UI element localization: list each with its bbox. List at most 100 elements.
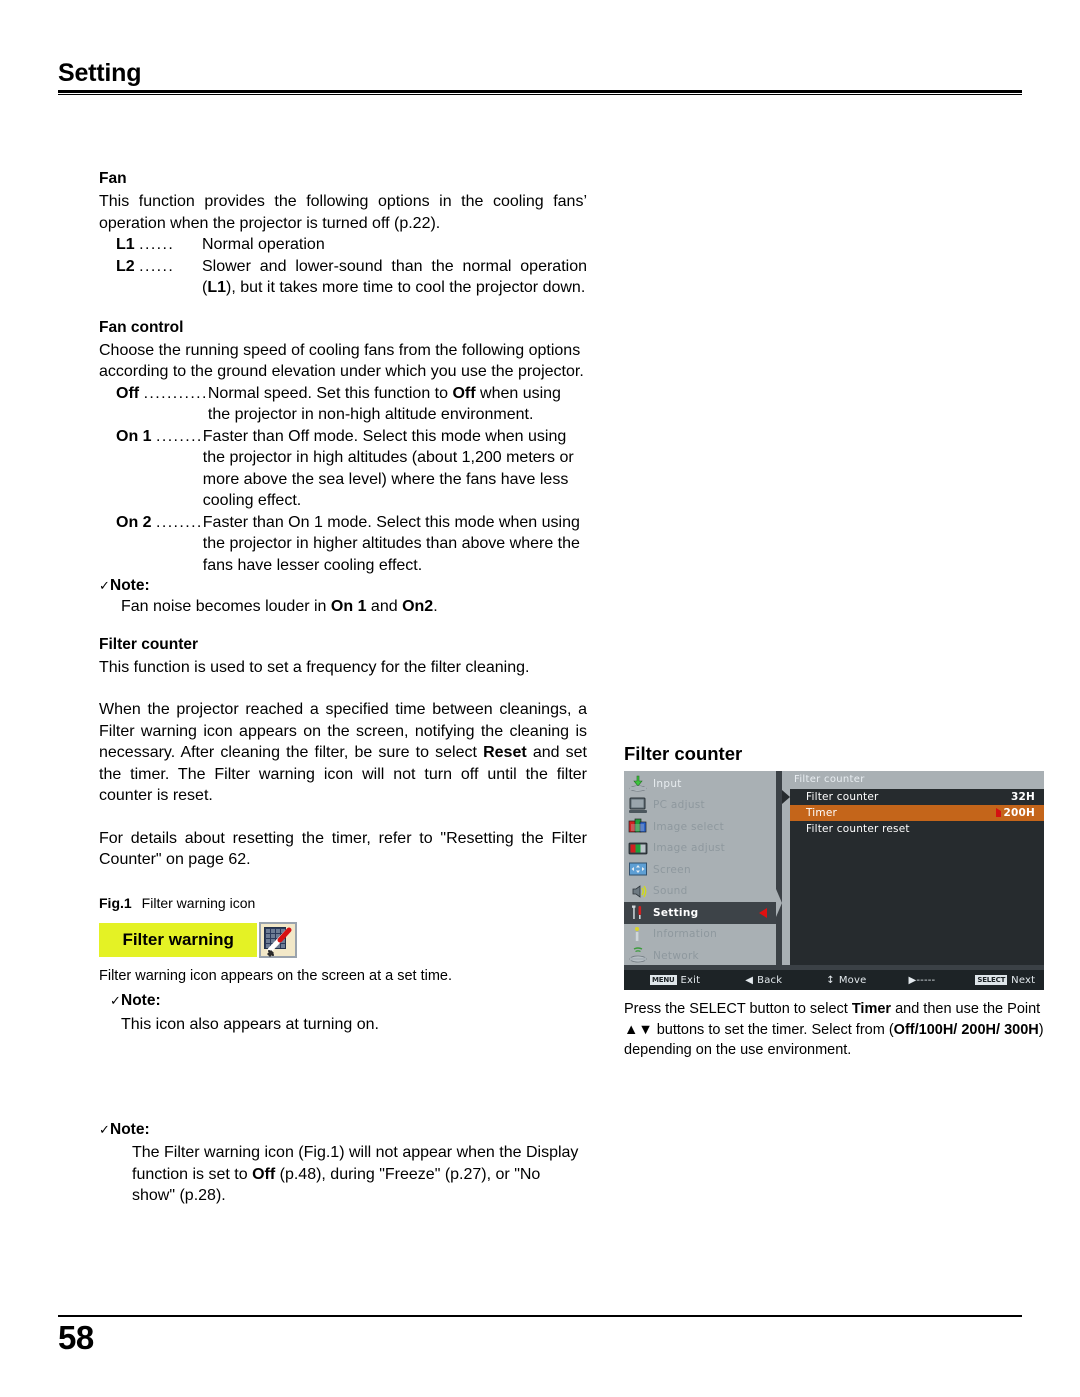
- sidebar-item-screen[interactable]: Screen: [624, 859, 776, 881]
- sidebar-item-setting[interactable]: Setting: [624, 902, 776, 924]
- right-column: Filter counter Input PC adjust Image sel…: [624, 742, 1044, 1061]
- osd-bar-back[interactable]: ◀ Back: [745, 975, 782, 986]
- fan-control-option-on1: On 1 ........ Faster than Off mode. Sele…: [99, 426, 587, 512]
- sidebar-item-label: Setting: [653, 906, 699, 919]
- fan-options-list: L1 ...... Normal operation L2 ...... Slo…: [99, 234, 587, 299]
- osd-sidebar: Input PC adjust Image select Image adjus…: [624, 771, 782, 967]
- osd-panel: Filter counter Filter counter 32H Timer …: [782, 771, 1044, 965]
- sidebar-item-information[interactable]: Information: [624, 924, 776, 946]
- fan-control-options-list: Off ........... Normal speed. Set this f…: [99, 383, 587, 577]
- note-display-off: ✓ Note: The Filter warning icon (Fig.1) w…: [99, 1119, 587, 1207]
- osd-row-timer[interactable]: Timer 200H: [790, 805, 1044, 821]
- menu-key-icon: MENU: [650, 975, 677, 985]
- check-icon: ✓: [99, 1122, 110, 1137]
- sidebar-item-image-adjust[interactable]: Image adjust: [624, 838, 776, 860]
- osd-row-label: Filter counter: [806, 791, 879, 803]
- sidebar-item-label: Screen: [653, 863, 691, 876]
- sidebar-item-label: Network: [653, 949, 699, 962]
- osd-bar-adjust[interactable]: ▶-----: [908, 975, 939, 986]
- sidebar-item-network[interactable]: Network: [624, 945, 776, 967]
- left-arrow-icon: ◀: [745, 974, 754, 986]
- note-icon-turning-on: ✓ Note: This icon also appears at turning…: [99, 990, 587, 1036]
- fan-control-intro: Choose the running speed of cooling fans…: [99, 341, 584, 381]
- fan-control-option-on2: On 2 ........ Faster than On 1 mode. Sel…: [99, 512, 587, 577]
- info-icon: [628, 926, 648, 943]
- sidebar-item-input[interactable]: Input: [624, 773, 776, 795]
- filter-counter-para3: For details about resetting the timer, r…: [99, 829, 587, 869]
- brush-glyph: [267, 927, 292, 957]
- fan-option-l1-desc: Normal operation: [202, 236, 325, 253]
- osd-bar-label: Exit: [680, 974, 701, 986]
- osd-row-filter-counter[interactable]: Filter counter 32H: [782, 789, 1044, 805]
- manual-page: Setting Fan This function provides the f…: [0, 0, 1080, 1397]
- right-arrow-dash-icon: ▶-----: [908, 974, 936, 986]
- figure-below-text: Filter warning icon appears on the scree…: [99, 967, 453, 984]
- note-display-body: The Filter warning icon (Fig.1) will not…: [132, 1144, 579, 1204]
- note-fan-noise-title: ✓ Note:: [99, 577, 150, 594]
- osd-bar-exit[interactable]: MENU Exit: [650, 975, 700, 986]
- check-icon: ✓: [110, 992, 121, 1008]
- fan-option-l1-term: L1 ......: [116, 236, 175, 253]
- up-down-arrow-icon: ↕: [826, 974, 835, 986]
- osd-bar-label: Move: [838, 974, 867, 986]
- header-divider: [58, 90, 1022, 95]
- fan-intro: This function provides the following opt…: [99, 193, 587, 232]
- page-header: Setting: [58, 58, 1022, 95]
- fan-control-option-on2-desc: Faster than On 1 mode. Select this mode …: [202, 513, 580, 574]
- select-key-icon: SELECT: [975, 975, 1008, 985]
- wrench-icon: [628, 904, 648, 921]
- sidebar-item-label: Information: [653, 928, 718, 941]
- filter-warning-graphic: Filter warning: [99, 921, 297, 959]
- note-icon-body: This icon also appears at turning on.: [121, 1015, 379, 1033]
- fan-option-l2: L2 ...... Slower and lower-sound than th…: [99, 256, 587, 299]
- fan-option-l2-desc: Slower and lower-sound than the normal o…: [202, 257, 587, 297]
- osd-row-filter-counter-reset[interactable]: Filter counter reset: [790, 821, 1044, 837]
- fan-control-option-on1-desc: Faster than Off mode. Select this mode w…: [202, 427, 574, 510]
- sidebar-item-pc-adjust[interactable]: PC adjust: [624, 795, 776, 817]
- filter-warning-banner: Filter warning: [99, 922, 258, 957]
- fan-heading: Fan: [99, 170, 127, 187]
- input-icon: [628, 775, 648, 792]
- sidebar-item-label: Image adjust: [653, 842, 726, 855]
- figure-caption: Fig.1 Filter warning icon: [99, 893, 587, 913]
- osd-row-label: Timer: [806, 807, 838, 819]
- figure-caption-text: Filter warning icon: [141, 894, 256, 911]
- sidebar-item-label: Input: [653, 777, 682, 790]
- figure-label: Fig.1: [99, 894, 132, 911]
- osd-caption: Press the SELECT button to select Timer …: [624, 1001, 1044, 1058]
- filter-counter-para2: When the projector reached a specified t…: [99, 701, 587, 804]
- osd-bar-next[interactable]: SELECT Next: [975, 975, 1035, 986]
- page-footer: 58: [58, 1315, 1022, 1357]
- fan-control-option-off-term: Off ...........: [116, 384, 208, 402]
- sidebar-item-label: Image select: [653, 820, 725, 833]
- osd-main: Input PC adjust Image select Image adjus…: [624, 771, 1044, 965]
- osd-bar-label: Back: [757, 974, 783, 986]
- speaker-icon: [628, 883, 648, 900]
- note-fan-noise: ✓ Note: Fan noise becomes louder in On 1 …: [99, 575, 587, 618]
- chapter-title: Setting: [58, 59, 142, 87]
- sidebar-item-sound[interactable]: Sound: [624, 881, 776, 903]
- image-adjust-icon: [628, 840, 648, 857]
- filter-counter-heading: Filter counter: [99, 635, 199, 653]
- page-number: 58: [58, 1319, 94, 1356]
- fan-control-heading: Fan control: [99, 318, 184, 336]
- sidebar-item-label: PC adjust: [653, 799, 705, 812]
- sidebar-item-image-select[interactable]: Image select: [624, 816, 776, 838]
- filter-brush-icon: [259, 921, 297, 958]
- fan-control-option-on1-term: On 1 ........: [116, 427, 203, 445]
- osd-row-label: Filter counter reset: [806, 823, 910, 835]
- osd-section-title: Filter counter: [624, 743, 743, 764]
- sidebar-item-label: Sound: [653, 885, 688, 898]
- note-display-title: ✓ Note:: [99, 1121, 150, 1138]
- left-column: Fan This function provides the following…: [99, 168, 587, 1207]
- note-fan-noise-body: Fan noise becomes louder in On 1 and On2…: [121, 598, 438, 615]
- osd-bottom-bar: MENU Exit ◀ Back ↕ Move ▶----- SELECT Ne…: [624, 970, 1044, 990]
- fan-option-l2-term: L2 ......: [116, 257, 175, 275]
- osd-bar-move[interactable]: ↕ Move: [826, 975, 866, 986]
- osd-panel-title: Filter counter: [794, 774, 865, 785]
- osd-panel-body: Filter counter 32H Timer 200H Filter cou…: [782, 789, 1044, 965]
- osd-screenshot: Input PC adjust Image select Image adjus…: [624, 771, 1044, 990]
- fan-control-option-off: Off ........... Normal speed. Set this f…: [99, 383, 587, 426]
- note-icon-title: ✓ Note:: [110, 991, 161, 1009]
- image-select-icon: [628, 818, 648, 835]
